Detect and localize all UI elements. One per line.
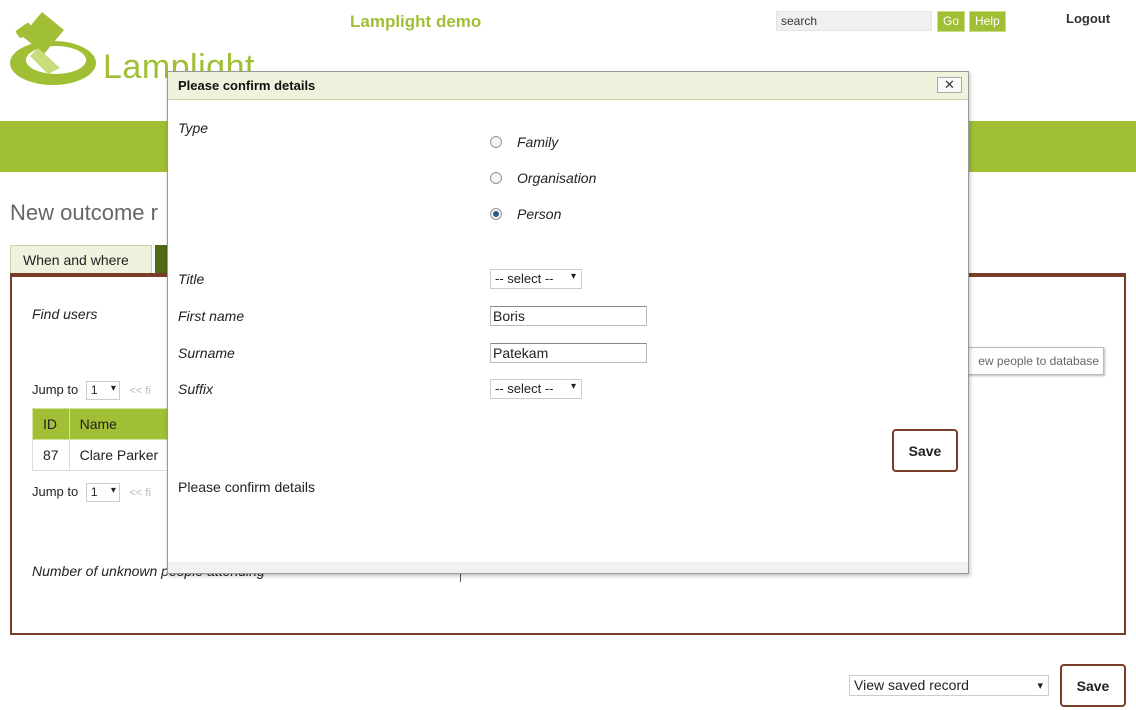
close-icon[interactable]: ✕ [937, 77, 962, 93]
type-label: Type [178, 120, 209, 136]
jump-to-top: Jump to 1 << fi [32, 381, 151, 400]
jump-select[interactable]: 1 [85, 381, 120, 400]
title-label: Title [178, 271, 205, 287]
radio-person[interactable] [490, 208, 502, 220]
first-name-label: First name [178, 308, 245, 324]
first-name-field[interactable] [490, 306, 647, 326]
suffix-label: Suffix [178, 381, 214, 397]
suffix-select[interactable]: -- select -- [490, 379, 582, 399]
go-button[interactable]: Go [937, 11, 966, 32]
first-page-link[interactable]: << fi [130, 385, 151, 397]
first-page-link[interactable]: << fi [130, 487, 151, 499]
view-saved-record-select[interactable]: View saved record [849, 675, 1049, 696]
save-button[interactable]: Save [1060, 664, 1126, 707]
jump-select[interactable]: 1 [85, 483, 120, 502]
dialog-message: Please confirm details [178, 479, 315, 495]
help-button[interactable]: Help [969, 11, 1006, 32]
cell-name: Clare Parker [68, 439, 170, 471]
app-title: Lamplight demo [350, 12, 482, 31]
dialog-titlebar[interactable]: Please confirm details ✕ [168, 72, 968, 100]
dialog-title: Please confirm details [178, 78, 316, 93]
jump-label: Jump to [32, 381, 79, 397]
jump-label: Jump to [32, 483, 79, 499]
search-input[interactable] [776, 11, 932, 31]
table-row[interactable]: 87 Clare Parker [32, 439, 170, 471]
confirm-details-dialog: Please confirm details ✕ Type Family Org… [167, 71, 969, 574]
column-header-id[interactable]: ID [32, 408, 70, 440]
page-title: New outcome r [10, 200, 158, 225]
column-header-name[interactable]: Name [68, 408, 170, 440]
tab-when-and-where[interactable]: When and where [10, 245, 152, 275]
surname-label: Surname [178, 345, 235, 361]
users-table: ID Name 87 Clare Parker [32, 408, 170, 471]
lamp-icon [10, 12, 96, 85]
dialog-save-button[interactable]: Save [892, 429, 958, 472]
radio-organisation[interactable] [490, 172, 502, 184]
radio-label-family: Family [517, 134, 559, 150]
title-select[interactable]: -- select -- [490, 269, 582, 289]
radio-label-person: Person [517, 206, 562, 222]
cell-id: 87 [32, 439, 70, 471]
find-users-label: Find users [32, 306, 98, 322]
radio-family[interactable] [490, 136, 502, 148]
logout-link[interactable]: Logout [1066, 11, 1110, 26]
surname-field[interactable] [490, 343, 647, 363]
add-people-to-database-button[interactable]: ew people to database [950, 347, 1104, 375]
radio-label-organisation: Organisation [517, 170, 597, 186]
dialog-footer [168, 562, 968, 573]
jump-to-bottom: Jump to 1 << fi [32, 483, 151, 502]
